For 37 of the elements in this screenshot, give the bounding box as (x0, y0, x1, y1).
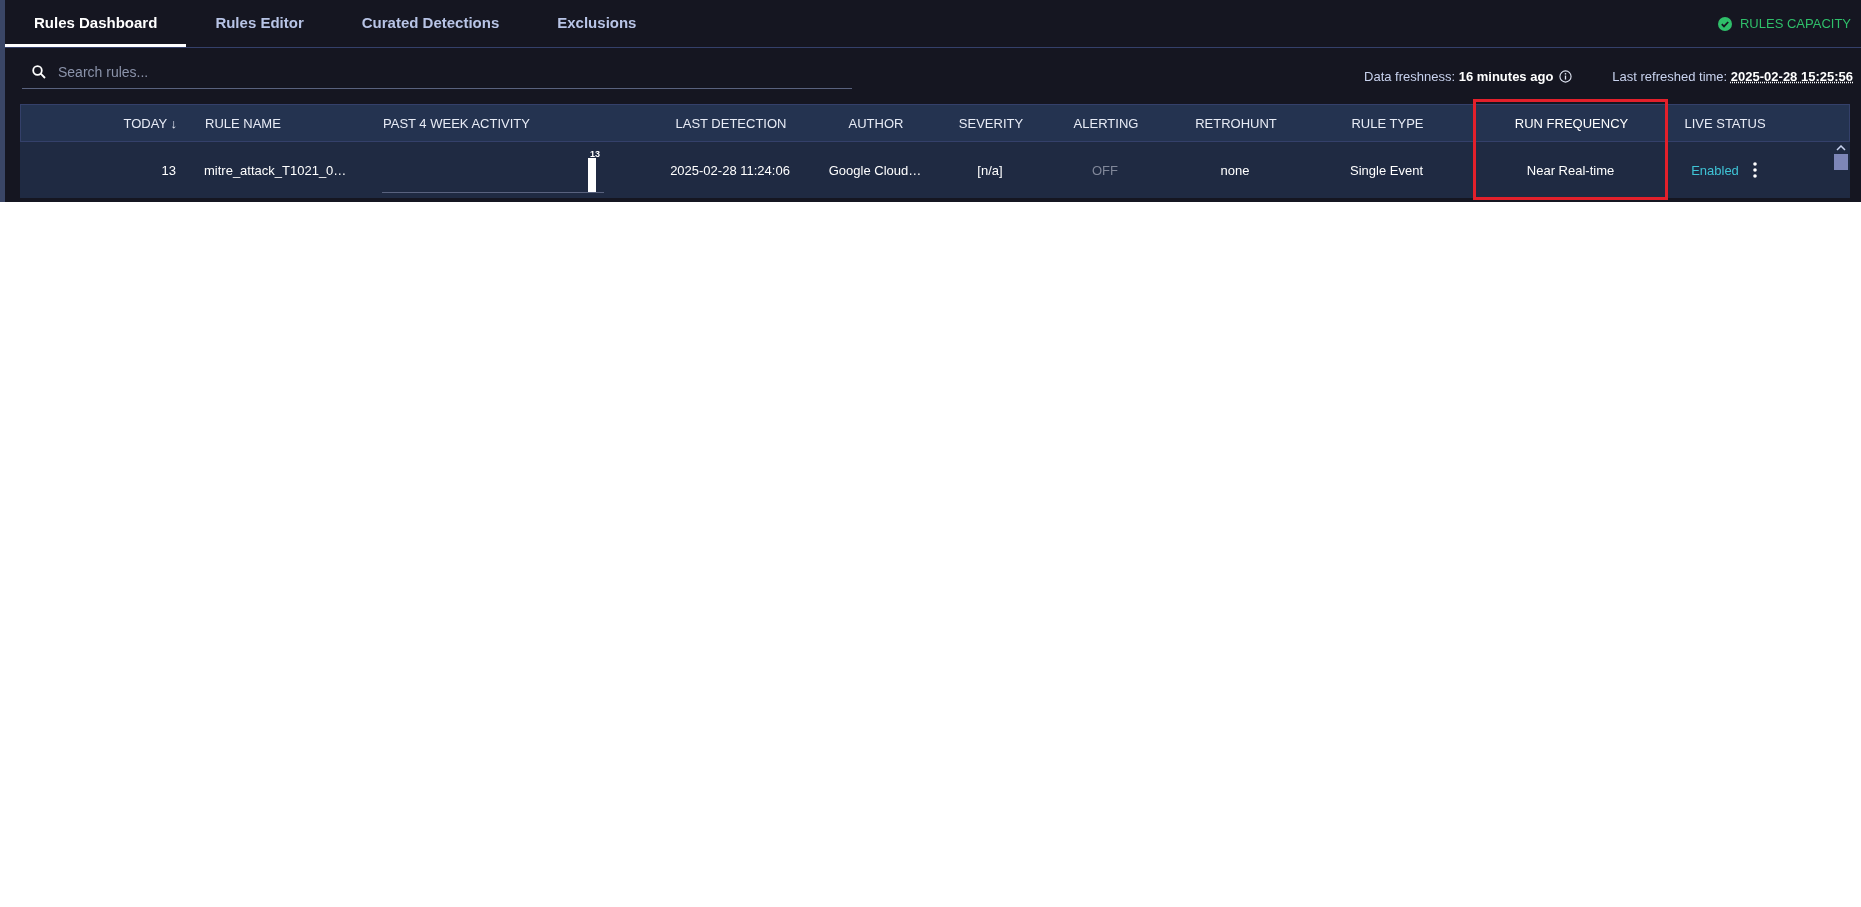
run-frequency: Near Real-time (1526, 162, 1615, 178)
peak-label: 13 (590, 149, 600, 159)
last-refreshed-time: Last refreshed time: 2025-02-28 15:25:56 (1612, 68, 1853, 84)
data-freshness: Data freshness: 16 minutes ago (1364, 68, 1554, 84)
rule-type: Single Event (1350, 162, 1423, 178)
scroll-up-icon[interactable] (1836, 145, 1846, 151)
column-header[interactable]: RULE NAME (205, 115, 281, 131)
column-header[interactable]: RULE TYPE (1351, 115, 1424, 131)
column-header[interactable]: RETROHUNT (1195, 115, 1277, 131)
column-header[interactable]: LAST DETECTION (675, 115, 787, 131)
tab[interactable]: Exclusions (528, 0, 666, 47)
rules-capacity-link[interactable]: RULES CAPACITY (1740, 16, 1851, 31)
column-header[interactable]: PAST 4 WEEK ACTIVITY (383, 115, 530, 131)
tab[interactable]: Curated Detections (332, 0, 529, 47)
tab[interactable]: Rules Editor (186, 0, 333, 47)
activity-bar (588, 158, 596, 192)
search-field[interactable]: Search rules... (56, 62, 842, 81)
scroll-thumb[interactable] (1834, 154, 1848, 170)
info-icon[interactable] (1559, 69, 1573, 83)
more-options-icon[interactable] (1752, 162, 1757, 178)
retrohunt-value: none (1220, 162, 1250, 178)
column-header[interactable]: RUN FREQUENCY (1514, 115, 1629, 131)
live-status: Enabled (1691, 162, 1739, 178)
column-header[interactable]: SEVERITY (958, 115, 1024, 131)
search-icon (32, 64, 46, 79)
column-header[interactable]: ALERTING (1073, 115, 1139, 131)
column-header[interactable]: LIVE STATUS (1684, 115, 1766, 131)
check-circle-icon (1718, 16, 1732, 31)
column-header[interactable]: TODAY ↓ (123, 115, 177, 131)
last-detection: 2025-02-28 11:24:06 (670, 162, 790, 178)
rule-name[interactable]: mitre_attack_T1021_0… (204, 162, 347, 178)
alerting-state: OFF (1092, 162, 1118, 178)
today-count: 13 (161, 162, 176, 178)
tab[interactable]: Rules Dashboard (5, 0, 187, 47)
author-name: Google Cloud… (828, 162, 922, 178)
severity-value: [n/a] (977, 162, 1003, 178)
column-header[interactable]: AUTHOR (848, 115, 904, 131)
